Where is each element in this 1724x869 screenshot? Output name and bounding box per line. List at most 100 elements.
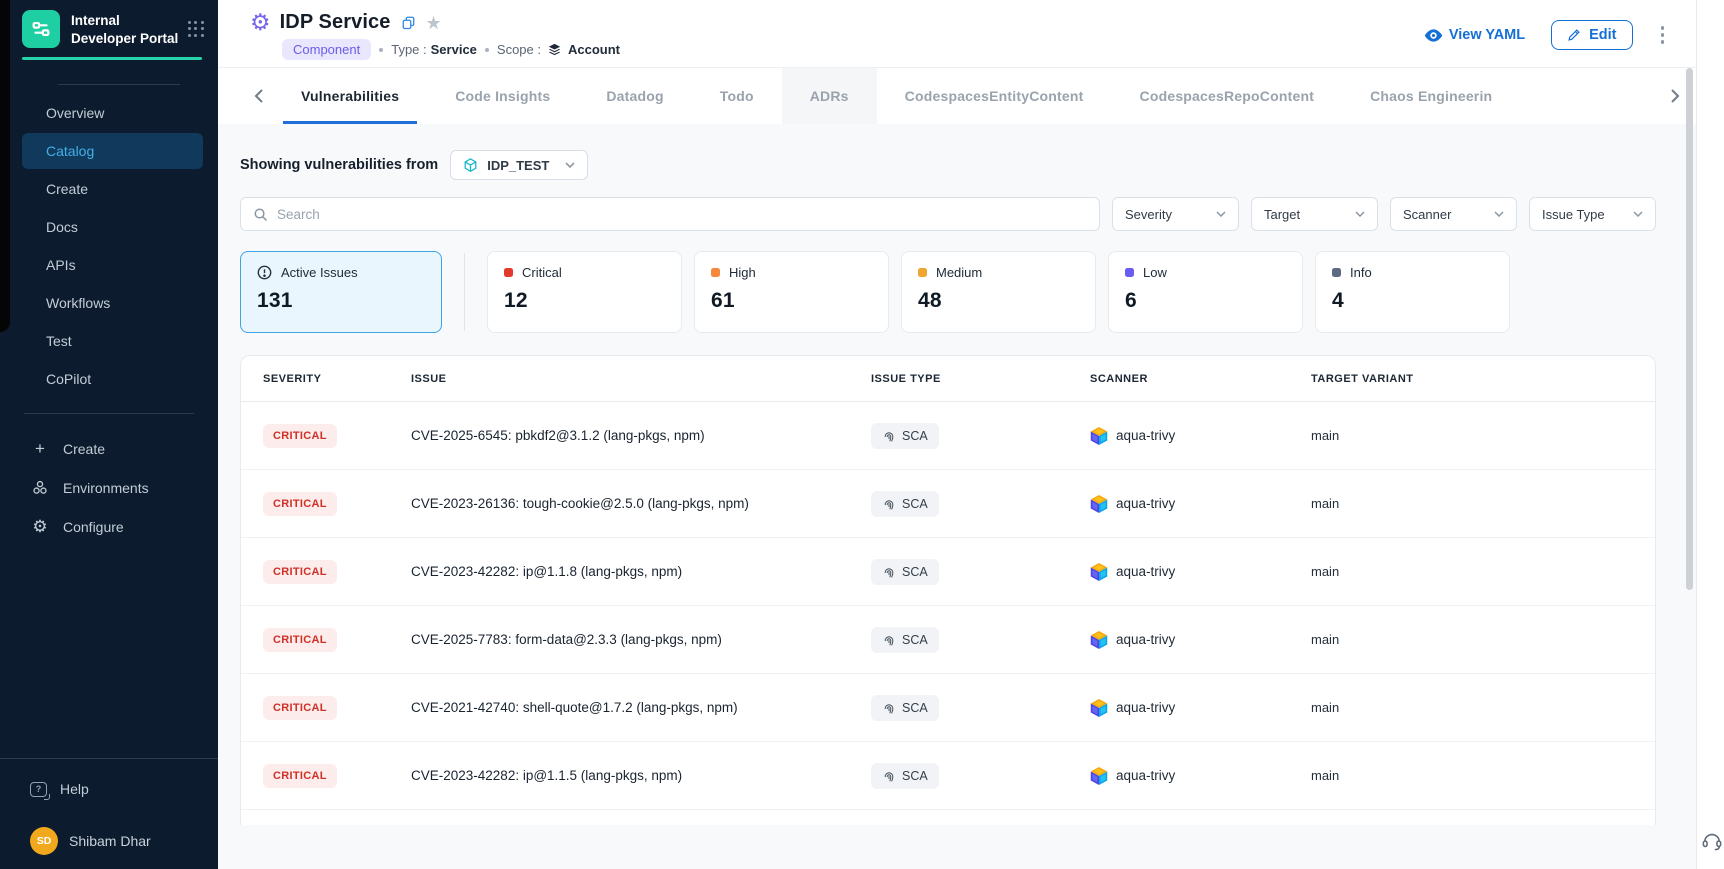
tab-todo[interactable]: Todo (692, 68, 782, 124)
main-panel: ⚙ IDP Service ★ Component Type : Service (218, 0, 1697, 869)
col-scanner: SCANNER (1090, 373, 1311, 385)
sidebar-item-catalog[interactable]: Catalog (22, 133, 203, 169)
issue-type-badge: SCA (871, 763, 939, 789)
tab-datadog[interactable]: Datadog (578, 68, 691, 124)
filter-issue-type[interactable]: Issue Type (1529, 197, 1656, 231)
severity-badge: CRITICAL (263, 560, 337, 584)
portal-logo-icon[interactable] (22, 10, 60, 48)
issue-text: CVE-2023-42282: ip@1.1.8 (lang-pkgs, npm… (411, 564, 871, 579)
portal-title: Internal Developer Portal (71, 12, 184, 47)
more-options-icon[interactable] (1655, 20, 1671, 50)
scope-label: Scope : (497, 42, 541, 57)
card-value: 12 (504, 289, 665, 313)
tab-codespaces-repo-content[interactable]: CodespacesRepoContent (1112, 68, 1343, 124)
col-severity: SEVERITY (263, 373, 411, 385)
filter-target[interactable]: Target (1251, 197, 1378, 231)
sidebar-action-create[interactable]: + Create (30, 434, 196, 464)
search-input[interactable] (277, 207, 1087, 222)
info-dot-icon (1332, 268, 1341, 277)
col-issue-type: ISSUE TYPE (871, 373, 1090, 385)
chevron-down-icon (1633, 211, 1643, 217)
tab-vulnerabilities[interactable]: Vulnerabilities (273, 68, 427, 124)
sidebar-item-create[interactable]: Create (22, 171, 203, 207)
card-active-issues[interactable]: Active Issues 131 (240, 251, 442, 333)
severity-badge: CRITICAL (263, 424, 337, 448)
cube-icon (463, 158, 478, 173)
issue-type-badge: SCA (871, 491, 939, 517)
cards-divider (464, 253, 465, 331)
sidebar-logo-row: Internal Developer Portal (0, 0, 218, 48)
tabs-scroll-left-icon[interactable] (244, 68, 273, 124)
sidebar-item-apis[interactable]: APIs (22, 247, 203, 283)
sidebar-item-docs[interactable]: Docs (22, 209, 203, 245)
card-high[interactable]: High 61 (694, 251, 889, 333)
card-low[interactable]: Low 6 (1108, 251, 1303, 333)
low-dot-icon (1125, 268, 1134, 277)
sidebar-item-test[interactable]: Test (22, 323, 203, 359)
trivy-logo-icon (1090, 562, 1108, 582)
tab-adrs[interactable]: ADRs (782, 68, 877, 124)
type-value: Service (431, 42, 477, 57)
view-yaml-label: View YAML (1449, 27, 1525, 43)
chevron-down-icon (1494, 211, 1504, 217)
table-row[interactable]: CRITICAL CVE-2023-42282: ip@1.1.8 (lang-… (241, 538, 1655, 606)
card-value: 131 (257, 289, 425, 313)
project-select[interactable]: IDP_TEST (450, 150, 588, 180)
card-medium[interactable]: Medium 48 (901, 251, 1096, 333)
card-critical[interactable]: Critical 12 (487, 251, 682, 333)
scanner-name: aqua-trivy (1116, 700, 1175, 715)
card-value: 61 (711, 289, 872, 313)
tab-code-insights[interactable]: Code Insights (427, 68, 578, 124)
edit-label: Edit (1589, 27, 1616, 43)
filter-severity[interactable]: Severity (1112, 197, 1239, 231)
fingerprint-icon (882, 701, 896, 715)
sidebar-item-overview[interactable]: Overview (22, 95, 203, 131)
sidebar-item-copilot[interactable]: CoPilot (22, 361, 203, 397)
card-label: High (729, 265, 756, 280)
table-row[interactable]: CRITICAL CVE-2023-26136: tough-cookie@2.… (241, 470, 1655, 538)
table-row[interactable]: CRITICAL CVE-2021-42740: shell-quote@1.7… (241, 674, 1655, 742)
chevron-down-icon (1355, 211, 1365, 217)
window-edge-strip (0, 0, 10, 332)
avatar: SD (30, 827, 58, 855)
sidebar-item-workflows[interactable]: Workflows (22, 285, 203, 321)
sidebar-divider-top (58, 84, 180, 85)
table-row[interactable]: CRITICAL CVE-2025-7783: form-data@2.3.3 … (241, 606, 1655, 674)
severity-badge: CRITICAL (263, 628, 337, 652)
apps-grid-icon[interactable] (188, 21, 204, 37)
summary-cards: Active Issues 131 Critical 12 High (240, 251, 1656, 333)
scanner-cell: aqua-trivy (1090, 698, 1311, 718)
table-row[interactable]: CRITICAL CVE-2023-42282: ip@1.1.5 (lang-… (241, 742, 1655, 810)
project-select-value: IDP_TEST (487, 158, 549, 173)
sidebar-action-configure[interactable]: ⚙ Configure (30, 512, 196, 542)
user-row[interactable]: SD Shibam Dhar (30, 827, 196, 855)
tab-bar: Vulnerabilities Code Insights Datadog To… (218, 68, 1696, 124)
copy-icon[interactable] (401, 15, 416, 30)
table-body: CRITICAL CVE-2025-6545: pbkdf2@3.1.2 (la… (241, 402, 1655, 810)
gear-icon: ⚙ (30, 517, 50, 537)
card-info[interactable]: Info 4 (1315, 251, 1510, 333)
tab-codespaces-entity-content[interactable]: CodespacesEntityContent (877, 68, 1112, 124)
scrollbar-thumb[interactable] (1686, 68, 1693, 590)
card-value: 4 (1332, 289, 1493, 313)
view-yaml-link[interactable]: View YAML (1425, 27, 1525, 43)
sidebar-action-environments[interactable]: Environments (30, 473, 196, 503)
card-label: Info (1350, 265, 1372, 280)
fingerprint-icon (882, 497, 896, 511)
table-row[interactable]: CRITICAL CVE-2025-6545: pbkdf2@3.1.2 (la… (241, 402, 1655, 470)
scanner-name: aqua-trivy (1116, 428, 1175, 443)
scanner-name: aqua-trivy (1116, 768, 1175, 783)
support-headset-icon[interactable] (1701, 830, 1723, 857)
target-variant: main (1311, 768, 1655, 783)
issue-type-badge: SCA (871, 423, 939, 449)
tab-chaos-engineering[interactable]: Chaos Engineerin (1342, 68, 1500, 124)
filter-label: Issue Type (1542, 207, 1605, 222)
star-icon[interactable]: ★ (425, 14, 441, 32)
sidebar-bottom: ? Help SD Shibam Dhar (0, 758, 218, 869)
chevron-down-icon (565, 162, 575, 168)
filter-scanner[interactable]: Scanner (1390, 197, 1517, 231)
help-button[interactable]: ? Help (30, 781, 196, 797)
edit-button[interactable]: Edit (1551, 20, 1632, 50)
scanner-name: aqua-trivy (1116, 632, 1175, 647)
target-variant: main (1311, 700, 1655, 715)
